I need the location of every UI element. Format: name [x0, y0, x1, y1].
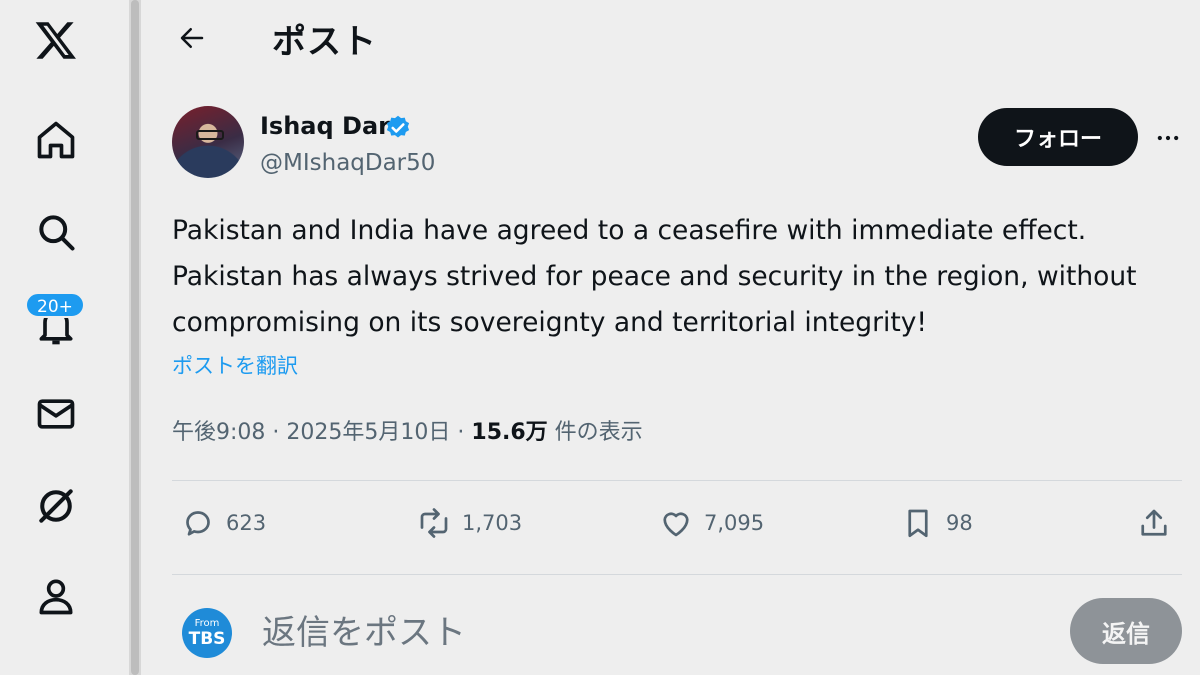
more-options-button[interactable]: [1148, 118, 1188, 158]
x-logo-icon[interactable]: [26, 10, 86, 70]
notification-badge: 20+: [25, 292, 85, 318]
reply-count: 623: [226, 511, 267, 535]
reply-icon: [186, 511, 210, 536]
meta-separator: ·: [457, 420, 465, 445]
bookmark-action[interactable]: 98: [900, 500, 973, 546]
avatar[interactable]: [172, 106, 244, 178]
share-icon: [1141, 509, 1167, 536]
mail-icon[interactable]: [26, 384, 86, 444]
home-icon[interactable]: [26, 110, 86, 170]
arrow-left-icon: [180, 28, 204, 48]
repost-count: 1,703: [462, 511, 523, 535]
post-time[interactable]: 午後9:08: [172, 420, 265, 445]
reply-input[interactable]: [260, 604, 1044, 662]
author-name[interactable]: Ishaq Dar: [260, 112, 390, 140]
divider: [172, 480, 1182, 481]
repost-icon: [420, 508, 448, 538]
meta-separator: ·: [272, 420, 280, 445]
profile-icon[interactable]: [26, 566, 86, 626]
sidebar-nav: 20+: [0, 0, 130, 675]
share-action[interactable]: [1136, 500, 1172, 546]
avatar-text-large: TBS: [188, 628, 226, 649]
post-detail: ポスト Ishaq Dar @MIshaqDar50 フォロー Pakistan…: [142, 0, 1200, 675]
verified-badge-icon: [386, 115, 410, 138]
like-count: 7,095: [704, 511, 765, 535]
post-text: Pakistan and India have agreed to a ceas…: [172, 215, 1137, 338]
page-title: ポスト: [272, 22, 377, 62]
grok-icon[interactable]: [26, 476, 86, 536]
follow-button[interactable]: フォロー: [978, 108, 1138, 166]
avatar-text-small: From: [194, 617, 220, 629]
back-button[interactable]: [172, 18, 212, 58]
bookmark-icon: [908, 509, 928, 538]
reply-submit-button[interactable]: 返信: [1070, 598, 1182, 664]
heart-icon: [663, 512, 689, 537]
scrollbar-thumb[interactable]: [131, 0, 139, 675]
post-meta: 午後9:08 · 2025年5月10日 · 15.6万 件の表示: [172, 414, 643, 446]
translate-post-link[interactable]: ポストを翻訳: [172, 350, 298, 380]
bookmark-count: 98: [946, 511, 973, 535]
search-icon[interactable]: [26, 202, 86, 262]
views-label: 件の表示: [554, 420, 643, 445]
reply-action[interactable]: 623: [180, 500, 266, 546]
like-action[interactable]: 7,095: [658, 500, 764, 546]
views-count: 15.6万: [471, 420, 548, 445]
more-dots-icon: [1157, 135, 1179, 141]
repost-action[interactable]: 1,703: [416, 500, 522, 546]
reply-avatar: From TBS: [182, 608, 232, 658]
post-date[interactable]: 2025年5月10日: [286, 420, 450, 445]
divider: [172, 574, 1182, 575]
author-handle[interactable]: @MIshaqDar50: [260, 150, 435, 176]
